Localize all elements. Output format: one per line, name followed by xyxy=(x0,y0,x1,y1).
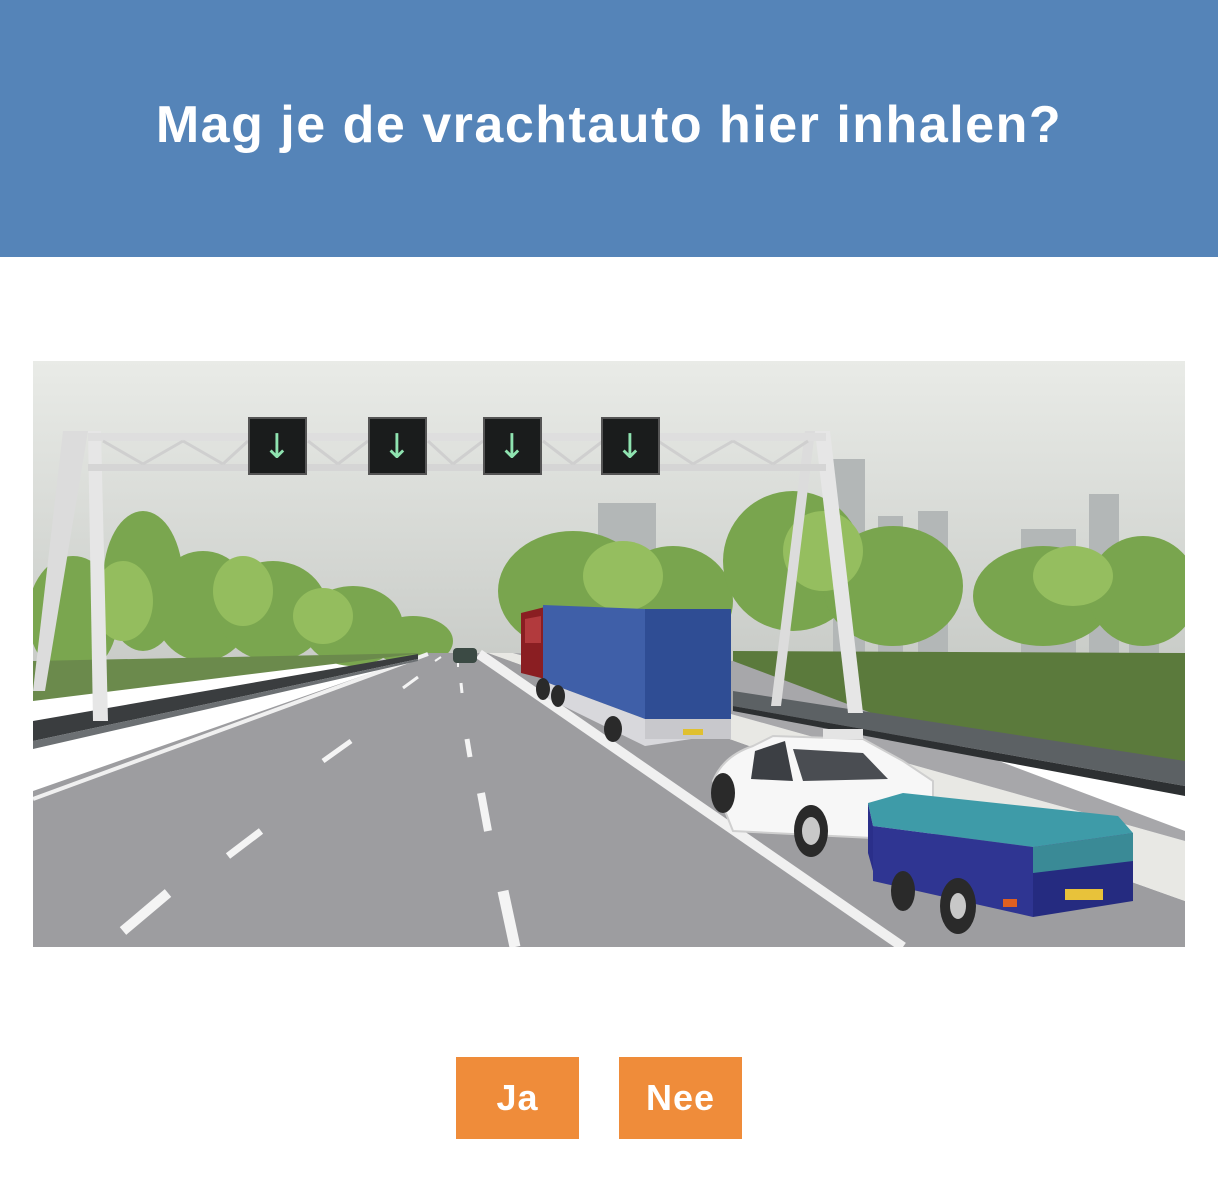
question-title: Mag je de vrachtauto hier inhalen? xyxy=(155,95,1063,154)
answer-no-button[interactable]: Nee xyxy=(619,1057,742,1139)
down-arrow-icon: ↓ xyxy=(263,427,292,467)
distant-car xyxy=(453,648,477,663)
answer-yes-button[interactable]: Ja xyxy=(456,1057,579,1139)
down-arrow-icon: ↓ xyxy=(616,427,645,467)
down-arrow-icon: ↓ xyxy=(498,427,527,467)
answer-options: Ja Nee xyxy=(0,1057,1218,1139)
question-header: Mag je de vrachtauto hier inhalen? xyxy=(0,0,1218,257)
gantry-beam xyxy=(88,433,826,441)
down-arrow-icon: ↓ xyxy=(383,427,412,467)
traffic-scene-image: ↓ ↓ ↓ ↓ xyxy=(33,361,1185,947)
